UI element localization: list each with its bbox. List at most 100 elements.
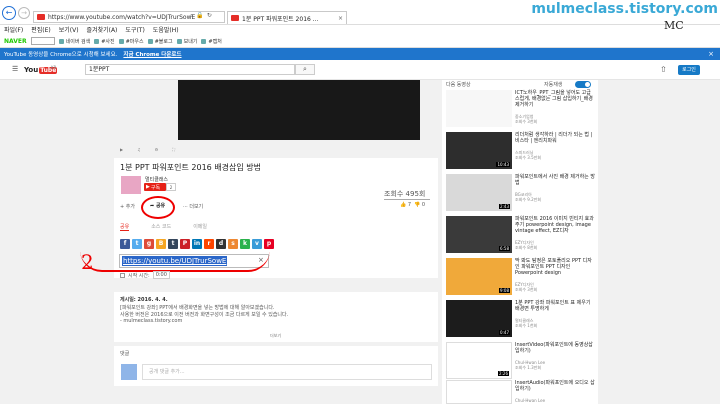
stumbleupon-icon[interactable]: s (228, 239, 238, 249)
tab-embed[interactable]: 소스 코드 (151, 223, 171, 231)
fullscreen-icon[interactable]: ⛶ (172, 147, 175, 153)
play-icon[interactable]: ▶ (120, 147, 123, 153)
twitter-icon[interactable]: t (132, 239, 142, 249)
channel-avatar[interactable] (121, 176, 141, 194)
annotation-circle (141, 196, 175, 219)
video-thumbnail[interactable]: 6:58 (446, 216, 512, 253)
fav-item[interactable]: #사진 (94, 38, 115, 45)
fav-item[interactable]: #캡처 (201, 38, 222, 45)
chrome-download-link[interactable]: 지금 Chrome 다운로드 (123, 50, 181, 58)
blogger-icon[interactable]: B (156, 239, 166, 249)
tab-close-icon[interactable]: × (338, 15, 343, 22)
video-thumbnail[interactable]: 2:43 (446, 174, 512, 211)
forward-button[interactable]: → (18, 7, 30, 19)
channel-name[interactable]: 멀티클래스 (145, 176, 168, 183)
back-button[interactable]: ← (2, 6, 16, 20)
comments-label: 댓글 (120, 351, 130, 357)
like-button[interactable]: 👍 7 (400, 202, 411, 210)
related-video-title[interactable]: InsertVideo(파워포인트에 동영상삽입하기) (515, 342, 595, 354)
menu-favorites[interactable]: 즐겨찾기(A) (87, 25, 118, 35)
related-video-views: 조회수 3천회 (515, 119, 538, 124)
vk-icon[interactable]: v (252, 239, 262, 249)
related-video-title[interactable]: InsertAudio(파워포인트에 오디오 삽입하기) (515, 380, 595, 392)
comment-input[interactable]: 공개 댓글 추가... (142, 364, 432, 380)
related-video[interactable]: 6:58 파워포인트 2016 이미지 빈티지 효과주기 powerpoint … (446, 216, 594, 254)
google-plus-icon[interactable]: g (144, 239, 154, 249)
kakao-icon[interactable]: k (240, 239, 250, 249)
add-to-button[interactable]: + 추가 (120, 203, 135, 210)
bookmark-icon (118, 38, 124, 44)
settings-icon[interactable]: ⚙ (155, 147, 159, 153)
dislike-button[interactable]: 👎 0 (414, 202, 425, 210)
autoplay-toggle[interactable] (575, 81, 591, 88)
related-video-title[interactable]: 파워포인트에서 사진 배경 제거하는 방법 (515, 174, 595, 186)
related-video[interactable]: InsertAudio(파워포인트에 오디오 삽입하기) Chul-Hwan L… (446, 380, 595, 404)
linkedin-icon[interactable]: in (192, 239, 202, 249)
start-time-option: 시작 시간: 0:00 (120, 271, 170, 279)
video-thumbnail[interactable]: 9:08 (446, 258, 512, 295)
video-player[interactable] (178, 80, 420, 140)
related-video-views: 조회수 3천회 (515, 287, 538, 292)
menu-file[interactable]: 파일(F) (4, 25, 23, 35)
related-video-title[interactable]: 리더처럼 생각하라 | 리더가 되는 법 | 비스타 | 엔리치파워 (515, 132, 595, 144)
video-thumbnail[interactable]: 0:47 (446, 300, 512, 337)
upload-icon[interactable]: ⇧ (660, 65, 667, 74)
related-video-title[interactable]: 딱 봐도 탐정은 포토폴리오 PPT 디자인 파워포인트 PPT 디자인 Pow… (515, 258, 595, 276)
menu-tools[interactable]: 도구(T) (125, 25, 144, 35)
search-input[interactable]: 1분PPT (85, 64, 295, 75)
search-button[interactable]: ⌕ (295, 64, 315, 75)
related-video[interactable]: 2:26 InsertVideo(파워포인트에 동영상삽입하기) Chul-Hw… (446, 342, 594, 380)
video-thumbnail[interactable] (446, 380, 512, 404)
close-icon[interactable]: × (708, 50, 714, 58)
lock-icon[interactable]: 🔒 (196, 12, 203, 22)
fav-item[interactable]: 보내기 (176, 38, 197, 45)
related-video[interactable]: 0:47 1분 PPT 강좌 파워포인트 표 제우기 배경면 투명하게 멀티클래… (446, 300, 594, 338)
naver-search-input[interactable] (30, 37, 55, 45)
related-video-title[interactable]: ICT노하우_PPT_그림을 넣어도 고급스럽게, 배경없는 그림 삽입하기_배… (515, 90, 595, 108)
volume-icon[interactable]: ♫ (137, 147, 141, 153)
related-video-title[interactable]: 1분 PPT 강좌 파워포인트 표 제우기 배경면 투명하게 (515, 300, 595, 312)
related-video-views: 조회수 1천회 (515, 323, 538, 328)
reddit-icon[interactable]: r (204, 239, 214, 249)
login-button[interactable]: 로그인 (678, 65, 700, 75)
subscriber-count: 2 (166, 183, 176, 191)
browser-tab[interactable]: 1분 PPT 파워포인트 2016 ... × (227, 11, 347, 24)
pinterest-round-icon[interactable]: p (264, 239, 274, 249)
show-more-button[interactable]: 더보기 (270, 333, 281, 339)
related-video[interactable]: ICT노하우_PPT_그림을 넣어도 고급스럽게, 배경없는 그림 삽입하기_배… (446, 90, 594, 128)
naver-logo[interactable]: NAVER (4, 38, 27, 45)
pinterest-icon[interactable]: P (180, 239, 190, 249)
video-thumbnail[interactable]: 2:26 (446, 342, 512, 379)
facebook-icon[interactable]: f (120, 239, 130, 249)
tab-share[interactable]: 공유 (120, 223, 130, 231)
subscribe-button[interactable]: ▶ 구독 (144, 183, 166, 191)
video-title: 1분 PPT 파워포인트 2016 배경삽입 방법 (120, 163, 262, 172)
related-video-title[interactable]: 파워포인트 2016 이미지 빈티지 효과주기 powerpoint desig… (515, 216, 595, 234)
video-thumbnail[interactable]: 10:43 (446, 132, 512, 169)
start-time-input[interactable]: 0:00 (152, 271, 170, 279)
refresh-icon[interactable]: ↻ (207, 12, 212, 22)
video-duration: 2:43 (499, 204, 510, 209)
menu-edit[interactable]: 편집(E) (31, 25, 51, 35)
menu-view[interactable]: 보기(V) (59, 25, 79, 35)
tab-email[interactable]: 이메일 (193, 223, 207, 231)
search-icon: ⌕ (303, 65, 307, 73)
start-time-checkbox[interactable] (120, 272, 125, 278)
youtube-logo[interactable]: You Tube (24, 65, 58, 75)
youtube-favicon-icon (37, 14, 45, 20)
related-video[interactable]: 10:43 리더처럼 생각하라 | 리더가 되는 법 | 비스타 | 엔리치파워… (446, 132, 594, 170)
menu-help[interactable]: 도움말(H) (153, 25, 179, 35)
menu-icon[interactable]: ☰ (12, 66, 20, 73)
more-button[interactable]: ··· 더보기 (183, 203, 203, 210)
search-icon[interactable]: ⌕ (190, 12, 193, 22)
video-thumbnail[interactable] (446, 90, 512, 127)
fav-item[interactable]: #마우스 (118, 38, 144, 45)
related-video[interactable]: 2:43 파워포인트에서 사진 배경 제거하는 방법 BG코리아 조회수 9.2… (446, 174, 595, 212)
fav-item[interactable]: #블로그 (147, 38, 173, 45)
related-video[interactable]: 9:08 딱 봐도 탐정은 포토폴리오 PPT 디자인 파워포인트 PPT 디자… (446, 258, 594, 296)
tumblr-icon[interactable]: t (168, 239, 178, 249)
bookmark-icon (201, 38, 207, 44)
digg-icon[interactable]: d (216, 239, 226, 249)
fav-item[interactable]: 네이버 검색 (58, 38, 90, 45)
like-dislike: 👍 7 👎 0 (400, 202, 434, 210)
